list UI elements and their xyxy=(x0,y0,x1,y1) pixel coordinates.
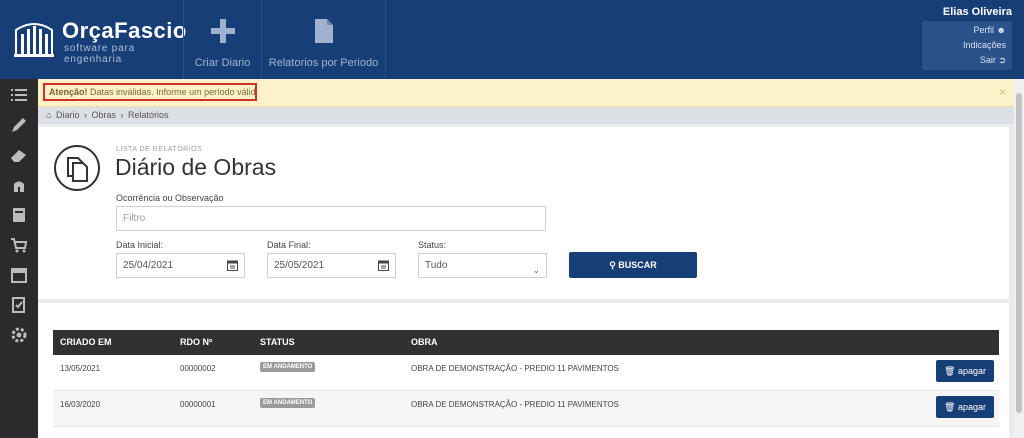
cart-icon[interactable] xyxy=(9,235,29,255)
user-menu: Elias Oliveira Perfil ☻ Indicações Sair … xyxy=(922,6,1012,70)
start-date-value: 25/04/2021 xyxy=(123,260,174,271)
page-subtitle: LISTA DE RELATÓRIOS xyxy=(116,146,203,153)
cell-rdo: 00000002 xyxy=(180,364,216,373)
buscar-label: BUSCAR xyxy=(618,260,657,270)
document-icon xyxy=(314,19,333,43)
sair-link[interactable]: Sair ➲ xyxy=(922,53,1006,68)
brand-logo[interactable]: OrçaFascio software para engenharia xyxy=(12,16,192,65)
status-value: Tudo xyxy=(425,260,448,271)
apagar-button[interactable]: 🗑 apagar xyxy=(936,360,994,382)
checklist-icon[interactable] xyxy=(9,295,29,315)
criar-diario-label: Criar Diario xyxy=(194,57,251,69)
alert-strong: Atenção! xyxy=(49,87,88,97)
alert-text: Datas inválidas. Informe um período váli… xyxy=(90,87,257,97)
status-select[interactable]: Tudo ⌄ xyxy=(418,253,547,278)
alert-close-button[interactable]: × xyxy=(999,85,1006,99)
table-row[interactable]: 13/05/2021 00000002 EM ANDAMENTO OBRA DE… xyxy=(53,355,999,391)
status-label: Status: xyxy=(418,240,447,250)
cell-obra: OBRA DE DEMONSTRAÇÃO - PREDIO 11 PAVIMEN… xyxy=(411,400,619,409)
header-criado-em: CRIADO EM xyxy=(60,337,112,347)
status-badge: EM ANDAMENTO xyxy=(260,398,316,408)
end-date-value: 25/05/2021 xyxy=(274,260,325,271)
pencil-icon[interactable] xyxy=(9,115,29,135)
search-icon: ⚲ xyxy=(609,260,616,270)
header-obra: OBRA xyxy=(411,337,438,347)
end-date-input[interactable]: 25/05/2021 xyxy=(267,253,396,278)
start-date-label: Data Inicial: xyxy=(116,240,164,250)
user-icon: ☻ xyxy=(996,25,1006,35)
brand-subtitle: software para engenharia xyxy=(64,43,135,65)
reports-table: CRIADO EM RDO Nº STATUS OBRA 13/05/2021 … xyxy=(38,303,1009,438)
logout-icon: ➲ xyxy=(998,55,1006,65)
start-date-input[interactable]: 25/04/2021 xyxy=(116,253,245,278)
filter-input[interactable]: Filtro xyxy=(116,206,546,231)
filter-panel: LISTA DE RELATÓRIOS Diário de Obras Ocor… xyxy=(38,127,1009,299)
sair-label: Sair xyxy=(979,55,996,65)
warning-alert: Atenção! Datas inválidas. Informe um per… xyxy=(38,79,1014,107)
page-scrollbar[interactable] xyxy=(1014,79,1024,438)
cell-created: 16/03/2020 xyxy=(60,400,101,409)
criar-diario-button[interactable]: Criar Diario xyxy=(183,0,261,79)
trash-icon: 🗑 xyxy=(944,366,956,376)
cell-obra: OBRA DE DEMONSTRAÇÃO - PREDIO 11 PAVIMEN… xyxy=(411,364,619,373)
apagar-button[interactable]: 🗑 apagar xyxy=(936,396,994,418)
relatorios-periodo-label: Relatorios por Periodo xyxy=(268,57,379,69)
apagar-label: apagar xyxy=(957,402,986,412)
user-links: Perfil ☻ Indicações Sair ➲ xyxy=(922,21,1012,70)
end-date-label: Data Final: xyxy=(267,240,311,250)
status-badge: EM ANDAMENTO xyxy=(260,362,316,372)
home-icon[interactable]: ⌂ xyxy=(46,110,51,120)
left-sidebar xyxy=(0,79,38,438)
building-icon[interactable] xyxy=(9,175,29,195)
list-icon[interactable] xyxy=(9,85,29,105)
alert-message-box: Atenção! Datas inválidas. Informe um per… xyxy=(43,83,257,101)
cell-created: 13/05/2021 xyxy=(60,364,101,373)
page-title: Diário de Obras xyxy=(115,154,277,180)
book-icon[interactable] xyxy=(9,205,29,225)
perfil-link[interactable]: Perfil ☻ xyxy=(922,23,1006,38)
indicacoes-label: Indicações xyxy=(962,40,1006,50)
breadcrumb-obras[interactable]: Obras xyxy=(92,110,117,120)
breadcrumb: ⌂ Diario › Obras › Relatórios xyxy=(38,107,1014,124)
copy-documents-icon xyxy=(54,145,100,191)
top-navbar: OrçaFascio software para engenharia Cria… xyxy=(0,0,1024,79)
chevron-down-icon: ⌄ xyxy=(532,265,540,275)
user-name: Elias Oliveira xyxy=(942,6,1012,18)
header-status: STATUS xyxy=(260,337,295,347)
relatorios-periodo-button[interactable]: Relatorios por Periodo xyxy=(261,0,386,79)
calendar-icon[interactable] xyxy=(227,260,238,271)
logo-icon xyxy=(14,23,54,57)
table-header: CRIADO EM RDO Nº STATUS OBRA xyxy=(53,330,999,355)
cell-rdo: 00000001 xyxy=(180,400,216,409)
breadcrumb-separator: › xyxy=(120,110,124,120)
trash-icon: 🗑 xyxy=(944,402,956,412)
breadcrumb-diario[interactable]: Diario xyxy=(56,110,80,120)
breadcrumb-relatorios: Relatórios xyxy=(128,110,169,120)
calendar-icon[interactable] xyxy=(9,265,29,285)
header-rdo: RDO Nº xyxy=(180,337,213,347)
filter-label: Ocorrência ou Observação xyxy=(116,193,224,203)
indicacoes-link[interactable]: Indicações xyxy=(922,38,1006,53)
scrollbar-thumb[interactable] xyxy=(1016,93,1022,413)
gear-icon[interactable] xyxy=(9,325,29,345)
perfil-label: Perfil xyxy=(973,25,994,35)
breadcrumb-separator: › xyxy=(83,110,87,120)
table-row[interactable]: 16/03/2020 00000001 EM ANDAMENTO OBRA DE… xyxy=(53,391,999,427)
buscar-button[interactable]: ⚲ BUSCAR xyxy=(569,252,697,278)
calendar-icon[interactable] xyxy=(378,260,389,271)
apagar-label: apagar xyxy=(957,366,986,376)
brand-title: OrçaFascio xyxy=(62,18,187,43)
eraser-icon[interactable] xyxy=(9,145,29,165)
plus-icon xyxy=(210,19,235,43)
